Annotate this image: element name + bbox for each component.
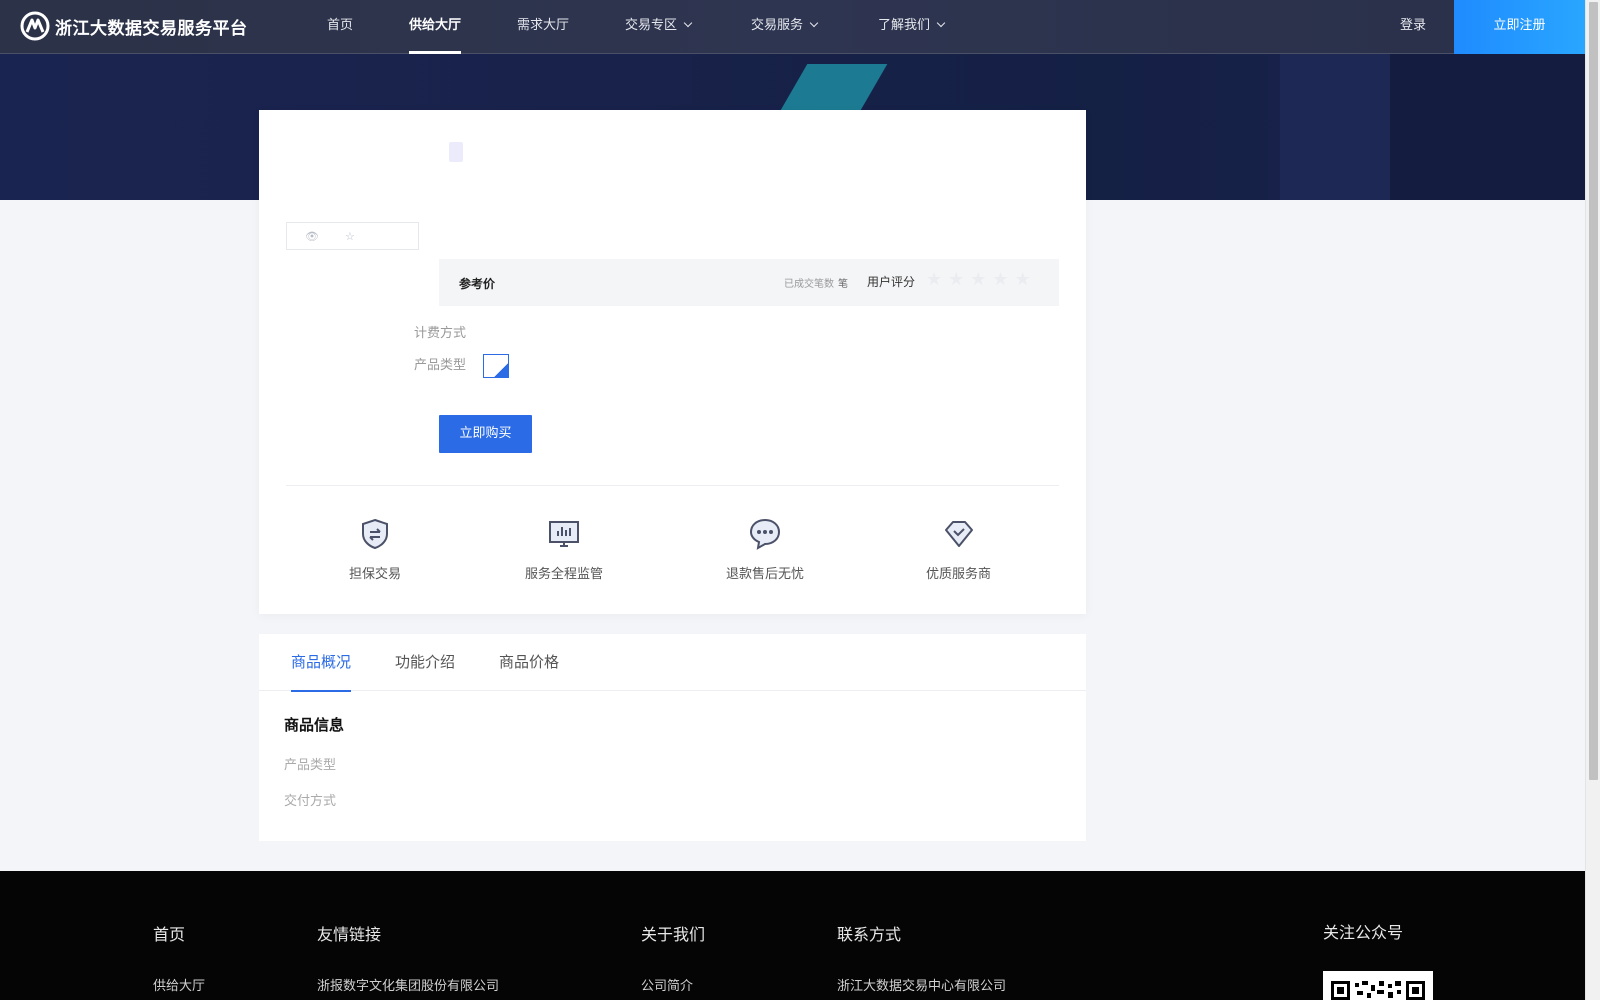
nav-home[interactable]: 首页 bbox=[327, 0, 353, 54]
product-info-title: 商品信息 bbox=[284, 716, 345, 734]
feature-label: 优质服务商 bbox=[926, 567, 992, 582]
rating-stars: ★ ★ ★ ★ ★ bbox=[926, 269, 1031, 291]
tab-features[interactable]: 功能介绍 bbox=[395, 634, 455, 691]
footer-contact-company: 浙江大数据交易中心有限公司 bbox=[837, 979, 1007, 994]
vertical-scrollbar[interactable] bbox=[1585, 0, 1600, 1000]
nav-trade-service[interactable]: 交易服务 bbox=[751, 0, 819, 54]
nav-about-us[interactable]: 了解我们 bbox=[878, 0, 946, 54]
feature-label: 退款售后无忧 bbox=[726, 567, 805, 582]
deals-count: 已成交笔数笔 bbox=[784, 275, 848, 290]
footer-heading-contact: 联系方式 bbox=[837, 925, 902, 944]
footer-heading-about: 关于我们 bbox=[641, 925, 706, 944]
footer-heading-home: 首页 bbox=[153, 925, 186, 944]
product-tag-placeholder bbox=[449, 142, 463, 162]
footer-heading-links: 友情链接 bbox=[317, 925, 382, 944]
monitor-chart-icon bbox=[549, 521, 579, 547]
divider bbox=[286, 485, 1059, 486]
tab-overview[interactable]: 商品概况 bbox=[291, 634, 352, 692]
star-icon: ★ bbox=[1014, 269, 1031, 290]
login-link[interactable]: 登录 bbox=[1400, 0, 1426, 54]
user-rating-label: 用户评分 bbox=[867, 275, 916, 289]
register-button[interactable]: 立即注册 bbox=[1454, 0, 1585, 54]
product-type-option[interactable] bbox=[483, 354, 509, 378]
product-detail-card: 👁 ☆ 参考价 已成交笔数笔 用户评分 ★ ★ ★ ★ ★ 计费方式 产品类型 … bbox=[259, 110, 1086, 614]
tab-bar: 商品概况 功能介绍 商品价格 bbox=[259, 634, 1086, 692]
eye-icon: 👁 bbox=[305, 229, 319, 243]
star-outline-icon[interactable]: ☆ bbox=[345, 230, 355, 243]
scrollbar-thumb[interactable] bbox=[1589, 2, 1598, 780]
nav-trade-service-label: 交易服务 bbox=[751, 18, 804, 33]
wechat-qr-code bbox=[1323, 971, 1433, 1000]
product-stats: 👁 ☆ bbox=[286, 222, 419, 250]
shield-exchange-icon bbox=[362, 518, 388, 550]
logo-icon bbox=[20, 11, 50, 41]
chevron-down-icon bbox=[809, 18, 819, 28]
chat-bubble-icon bbox=[749, 518, 781, 550]
buy-now-button[interactable]: 立即购买 bbox=[439, 415, 532, 453]
banner-decoration bbox=[1280, 54, 1390, 200]
product-tabs-card: 商品概况 功能介绍 商品价格 商品信息 产品类型 交付方式 bbox=[259, 634, 1086, 841]
footer-link-partner[interactable]: 浙报数字文化集团股份有限公司 bbox=[317, 975, 499, 994]
brand-logo[interactable]: 浙江大数据交易服务平台 bbox=[20, 11, 248, 41]
site-footer: 首页 友情链接 关于我们 联系方式 关注公众号 供给大厅 浙报数字文化集团股份有… bbox=[0, 871, 1585, 1000]
chevron-down-icon bbox=[936, 18, 946, 28]
feature-guarantee: 担保交易 bbox=[349, 517, 401, 582]
footer-heading-wechat: 关注公众号 bbox=[1323, 923, 1404, 942]
feature-quality-provider: 优质服务商 bbox=[926, 517, 991, 582]
star-icon: ★ bbox=[926, 269, 943, 290]
feature-label: 服务全程监管 bbox=[525, 567, 604, 582]
footer-link-supply-hall[interactable]: 供给大厅 bbox=[153, 975, 205, 994]
banner-decoration bbox=[1390, 54, 1585, 200]
chevron-down-icon bbox=[683, 18, 693, 28]
brand-name: 浙江大数据交易服务平台 bbox=[55, 18, 248, 39]
deals-count-label: 已成交笔数 bbox=[784, 279, 834, 290]
diamond-check-icon bbox=[944, 521, 973, 547]
price-panel: 参考价 已成交笔数笔 用户评分 ★ ★ ★ ★ ★ bbox=[439, 259, 1059, 306]
star-icon: ★ bbox=[948, 269, 965, 290]
reference-price-label: 参考价 bbox=[459, 277, 496, 291]
deals-unit: 笔 bbox=[838, 279, 848, 290]
feature-label: 担保交易 bbox=[349, 567, 402, 582]
top-nav-bar: 浙江大数据交易服务平台 首页 供给大厅 需求大厅 交易专区 交易服务 了解我们 … bbox=[0, 0, 1585, 54]
qr-code-icon bbox=[1331, 981, 1425, 1000]
nav-supply-hall[interactable]: 供给大厅 bbox=[409, 0, 462, 54]
billing-method-label: 计费方式 bbox=[414, 326, 467, 341]
star-icon: ★ bbox=[992, 269, 1009, 290]
product-type-label: 产品类型 bbox=[414, 358, 467, 373]
info-delivery-method: 交付方式 bbox=[284, 794, 337, 809]
tab-pricing[interactable]: 商品价格 bbox=[499, 634, 559, 691]
star-icon: ★ bbox=[970, 269, 987, 290]
nav-about-us-label: 了解我们 bbox=[878, 18, 931, 33]
footer-link-company-intro[interactable]: 公司简介 bbox=[641, 975, 693, 994]
feature-supervision: 服务全程监管 bbox=[525, 517, 603, 582]
nav-trade-zone-label: 交易专区 bbox=[625, 18, 678, 33]
info-product-type: 产品类型 bbox=[284, 758, 337, 773]
nav-trade-zone[interactable]: 交易专区 bbox=[625, 0, 693, 54]
nav-demand-hall[interactable]: 需求大厅 bbox=[517, 0, 569, 54]
feature-refund: 退款售后无忧 bbox=[726, 517, 804, 582]
